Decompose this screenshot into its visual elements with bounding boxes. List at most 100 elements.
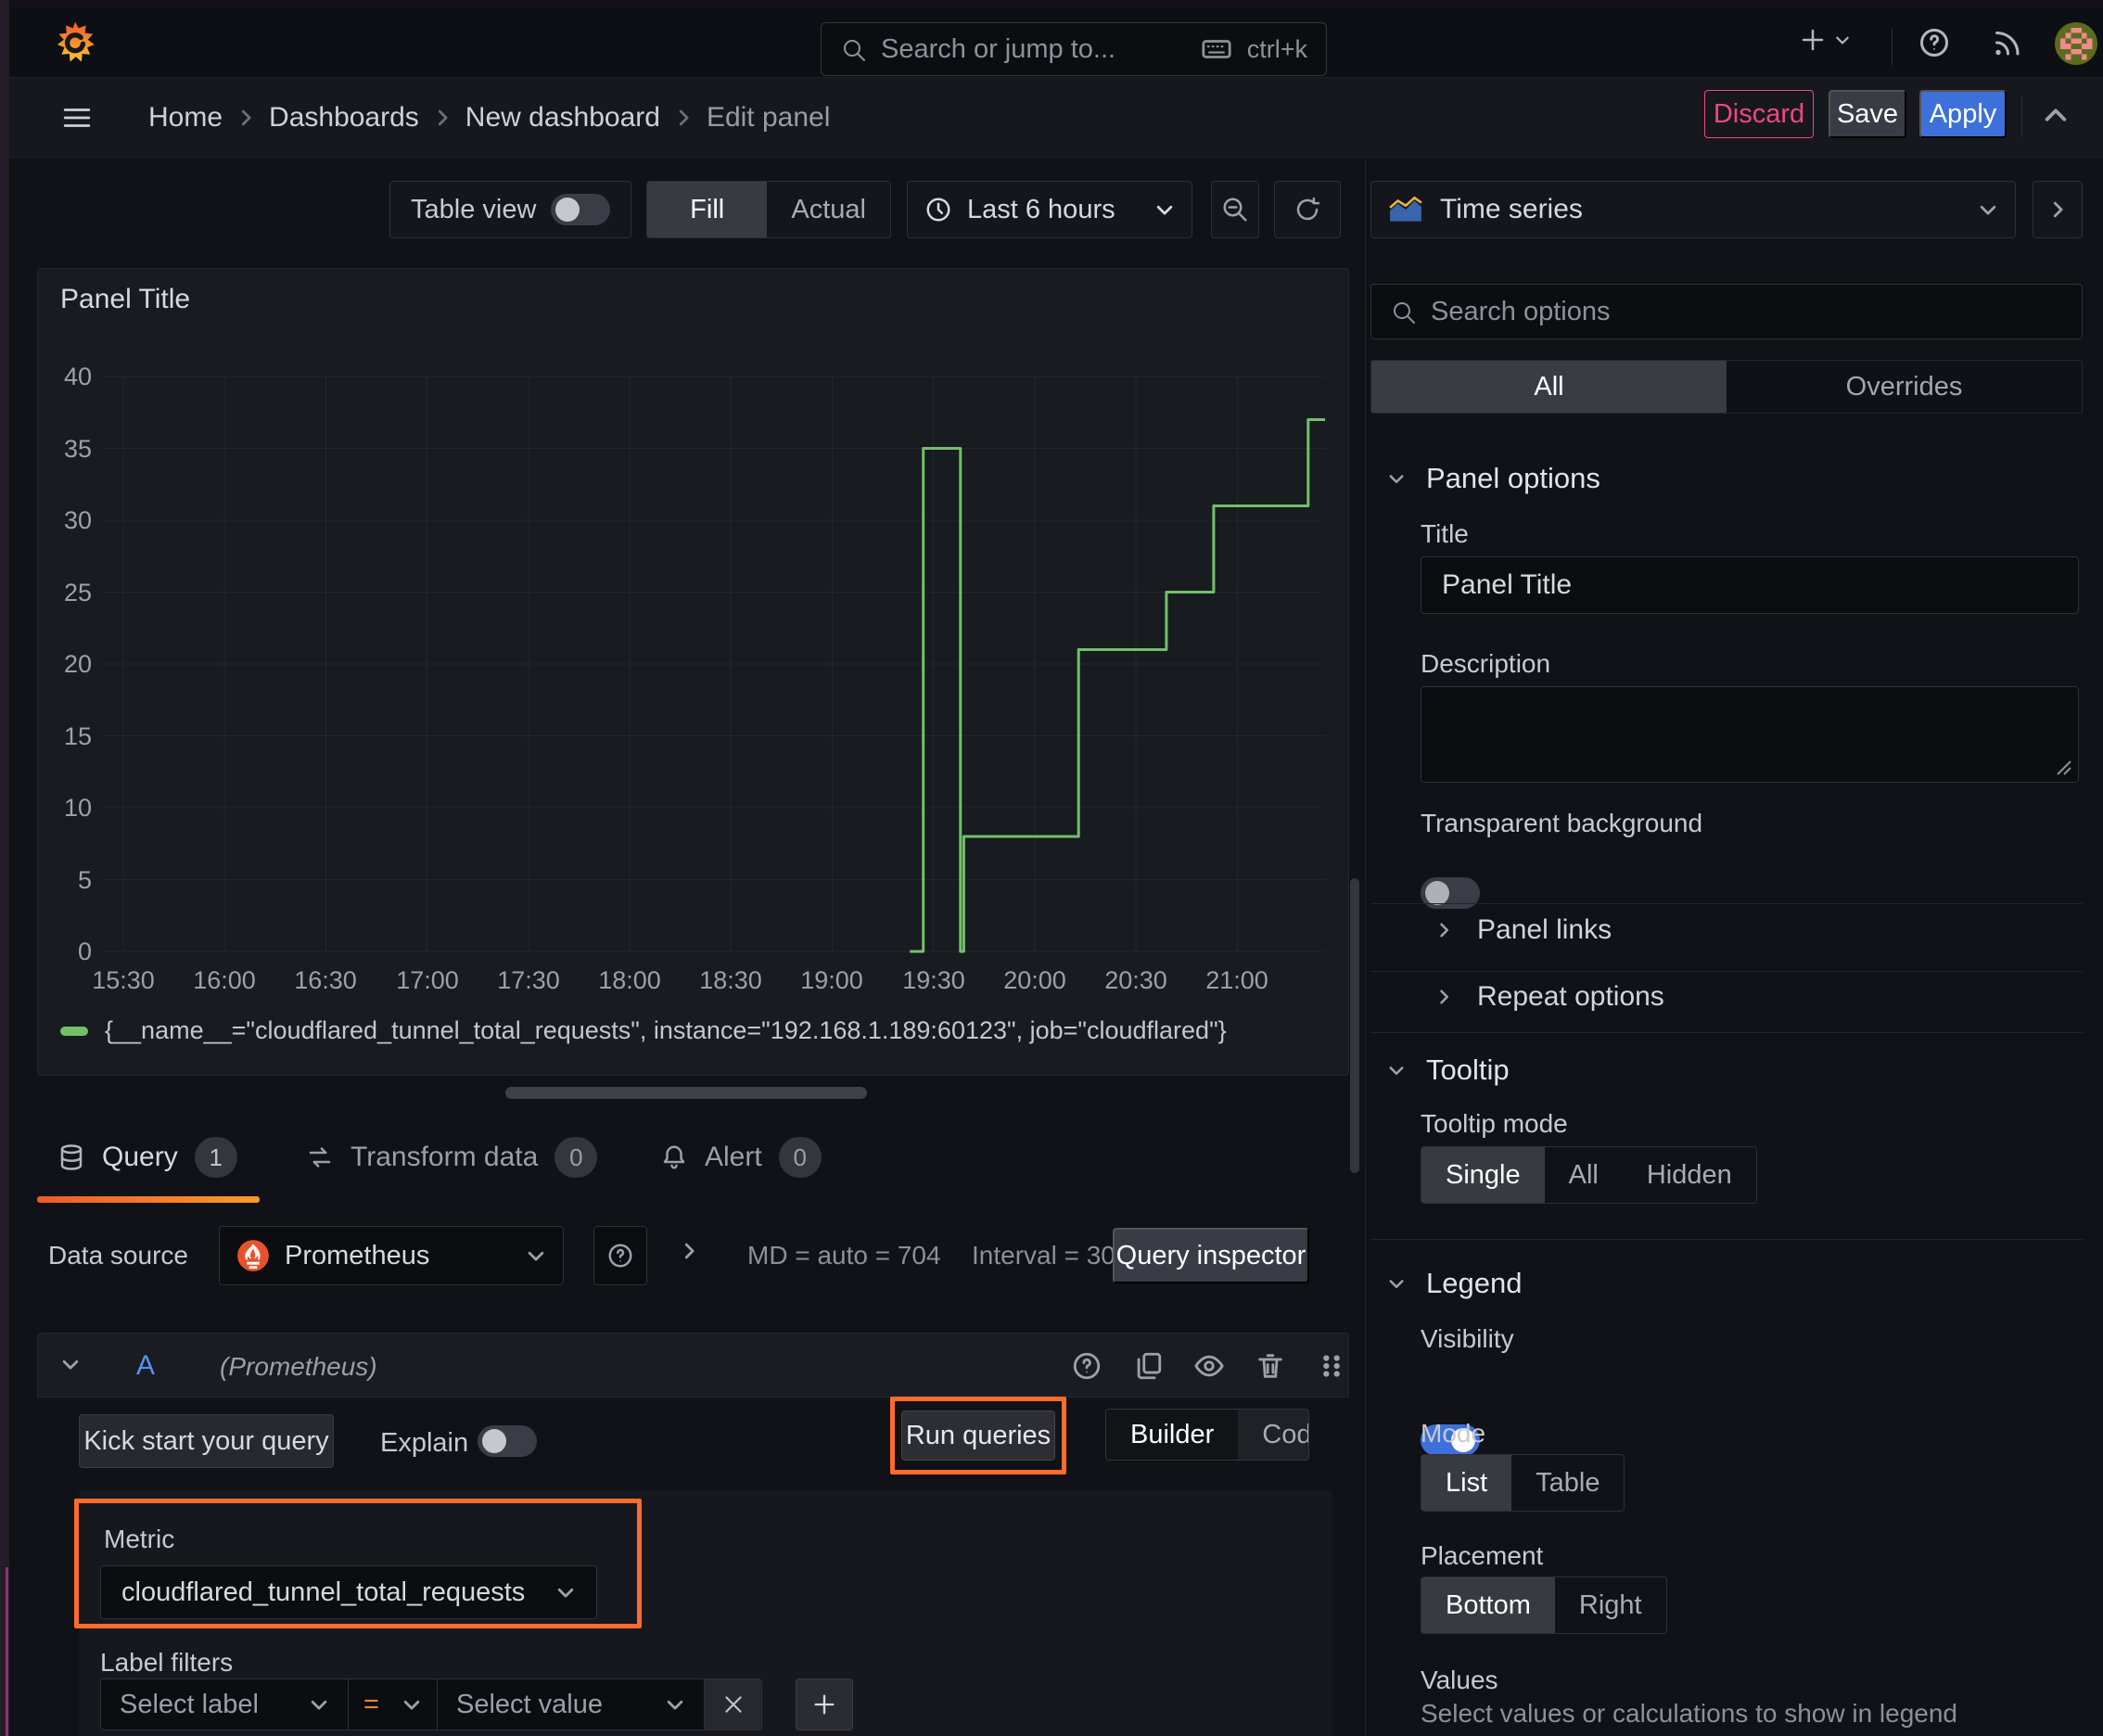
tab-query[interactable]: Query 1 [57, 1137, 237, 1178]
discard-button[interactable]: Discard [1704, 90, 1814, 138]
time-range-picker[interactable]: Last 6 hours [907, 181, 1192, 238]
description-label: Description [1421, 649, 1551, 678]
tab-transform-label: Transform data [350, 1142, 539, 1172]
tab-all[interactable]: All [1371, 361, 1727, 413]
tooltip-mode-single[interactable]: Single [1421, 1147, 1545, 1203]
legend-header[interactable]: Legend [1387, 1267, 1522, 1300]
collapse-options-button[interactable] [2033, 181, 2083, 238]
panel-options-header[interactable]: Panel options [1387, 462, 1600, 495]
datasource-picker[interactable]: Prometheus [219, 1226, 564, 1285]
help-icon [608, 1244, 632, 1268]
chevron-down-icon [1980, 205, 1996, 215]
explain-label: Explain [380, 1428, 469, 1458]
legend-mode-list[interactable]: List [1421, 1455, 1512, 1511]
apply-button[interactable]: Apply [1919, 90, 2007, 138]
query-ref-id[interactable]: A [136, 1350, 155, 1382]
breadcrumb-home[interactable]: Home [148, 102, 223, 134]
title-label: Title [1421, 519, 1469, 548]
chart-legend[interactable]: {__name__="cloudflared_tunnel_total_requ… [60, 1016, 1227, 1045]
resize-corner-icon[interactable] [2054, 758, 2072, 776]
grafana-logo[interactable] [54, 20, 96, 63]
description-textarea[interactable] [1421, 686, 2079, 783]
remove-filter-button[interactable] [705, 1679, 762, 1730]
x-axis-tick: 17:00 [396, 966, 459, 994]
query-row-header[interactable]: A (Prometheus) [37, 1333, 1349, 1398]
news-button[interactable] [1990, 26, 2023, 59]
sidebar-divider [1365, 158, 1366, 1736]
save-button[interactable]: Save [1829, 90, 1906, 138]
select-label-dropdown[interactable]: Select label [100, 1679, 349, 1730]
zoom-out-button[interactable] [1211, 181, 1259, 238]
table-view-toggle[interactable] [551, 194, 610, 225]
add-filter-button[interactable] [796, 1679, 853, 1730]
refresh-button[interactable] [1274, 181, 1341, 238]
chevron-right-icon [2053, 201, 2063, 218]
placement-bottom[interactable]: Bottom [1421, 1577, 1555, 1633]
visualization-picker[interactable]: Time series [1370, 181, 2016, 238]
visualization-name: Time series [1440, 194, 1583, 224]
chevron-right-icon [1440, 923, 1448, 938]
explain-toggle[interactable] [478, 1425, 537, 1457]
menu-button[interactable] [59, 102, 95, 134]
legend-mode-table[interactable]: Table [1511, 1455, 1624, 1511]
help-button[interactable] [1918, 26, 1951, 59]
tab-overrides[interactable]: Overrides [1727, 361, 2082, 413]
breadcrumb-separator [673, 108, 694, 128]
repeat-options-row[interactable]: Repeat options [1434, 981, 1664, 1013]
duplicate-query-button[interactable] [1132, 1350, 1164, 1382]
search-input[interactable]: Search or jump to... ctrl+k [821, 22, 1327, 76]
zoom-out-icon [1223, 198, 1247, 222]
code-option[interactable]: Code [1238, 1410, 1308, 1460]
scrollbar-thumb[interactable] [1350, 878, 1359, 1173]
datasource-name: Prometheus [285, 1240, 430, 1270]
section-divider [1370, 903, 2083, 904]
title-input[interactable]: Panel Title [1421, 556, 2079, 614]
avatar[interactable] [2055, 22, 2097, 65]
collapse-header-button[interactable] [2042, 102, 2070, 130]
expand-options-button[interactable] [679, 1241, 699, 1261]
nav-divider [1892, 28, 1893, 65]
fill-option[interactable]: Fill [647, 182, 768, 237]
resize-drag-handle[interactable] [505, 1087, 867, 1099]
x-axis-tick: 18:00 [598, 966, 661, 994]
tab-transform-count: 0 [554, 1137, 598, 1178]
database-icon [60, 1144, 83, 1170]
actual-option[interactable]: Actual [767, 182, 890, 237]
placement-right[interactable]: Right [1555, 1577, 1666, 1633]
add-button[interactable] [1799, 26, 1851, 54]
chevron-down-icon [1836, 36, 1849, 45]
breadcrumb-new-dashboard[interactable]: New dashboard [465, 102, 660, 134]
chevron-down-icon [1156, 205, 1173, 215]
y-axis-tick: 40 [63, 363, 92, 390]
y-axis-tick: 0 [77, 938, 92, 965]
tooltip-header[interactable]: Tooltip [1387, 1053, 1510, 1087]
drag-query-handle[interactable] [1316, 1350, 1347, 1382]
options-search-input[interactable]: Search options [1370, 284, 2083, 339]
breadcrumb-separator [432, 108, 452, 128]
query-inspector-button[interactable]: Query inspector [1113, 1228, 1309, 1283]
select-value-dropdown[interactable]: Select value [438, 1679, 705, 1730]
toggle-visibility-button[interactable] [1193, 1350, 1225, 1382]
tooltip-mode-label: Tooltip mode [1421, 1109, 1568, 1138]
collapse-query-button[interactable] [60, 1354, 81, 1374]
metric-highlight [74, 1499, 642, 1628]
query-help-button[interactable] [1071, 1350, 1102, 1382]
datasource-help-button[interactable] [593, 1226, 647, 1285]
kick-start-button[interactable]: Kick start your query [79, 1414, 334, 1468]
time-range-label: Last 6 hours [967, 194, 1115, 224]
tooltip-mode-hidden[interactable]: Hidden [1623, 1147, 1756, 1203]
builder-option[interactable]: Builder [1106, 1410, 1239, 1460]
tooltip-mode-all[interactable]: All [1545, 1147, 1623, 1203]
run-queries-button[interactable]: Run queries [901, 1410, 1055, 1461]
query-interval: Interval = 30s [972, 1241, 1128, 1270]
tab-alert[interactable]: Alert 0 [660, 1137, 822, 1178]
delete-query-button[interactable] [1255, 1350, 1286, 1382]
repeat-options-label: Repeat options [1477, 981, 1664, 1012]
breadcrumb-dashboards[interactable]: Dashboards [269, 102, 419, 134]
time-series-chart[interactable]: 0 5 10 15 20 25 30 35 40 15:30 16:00 16:30 17:00 17:3… [60, 363, 1325, 1063]
chevron-down-icon [667, 1700, 683, 1710]
operator-dropdown[interactable]: = [349, 1679, 438, 1730]
panel-links-row[interactable]: Panel links [1434, 914, 1612, 946]
tab-transform[interactable]: Transform data 0 [306, 1137, 598, 1178]
section-divider [1370, 971, 2083, 972]
